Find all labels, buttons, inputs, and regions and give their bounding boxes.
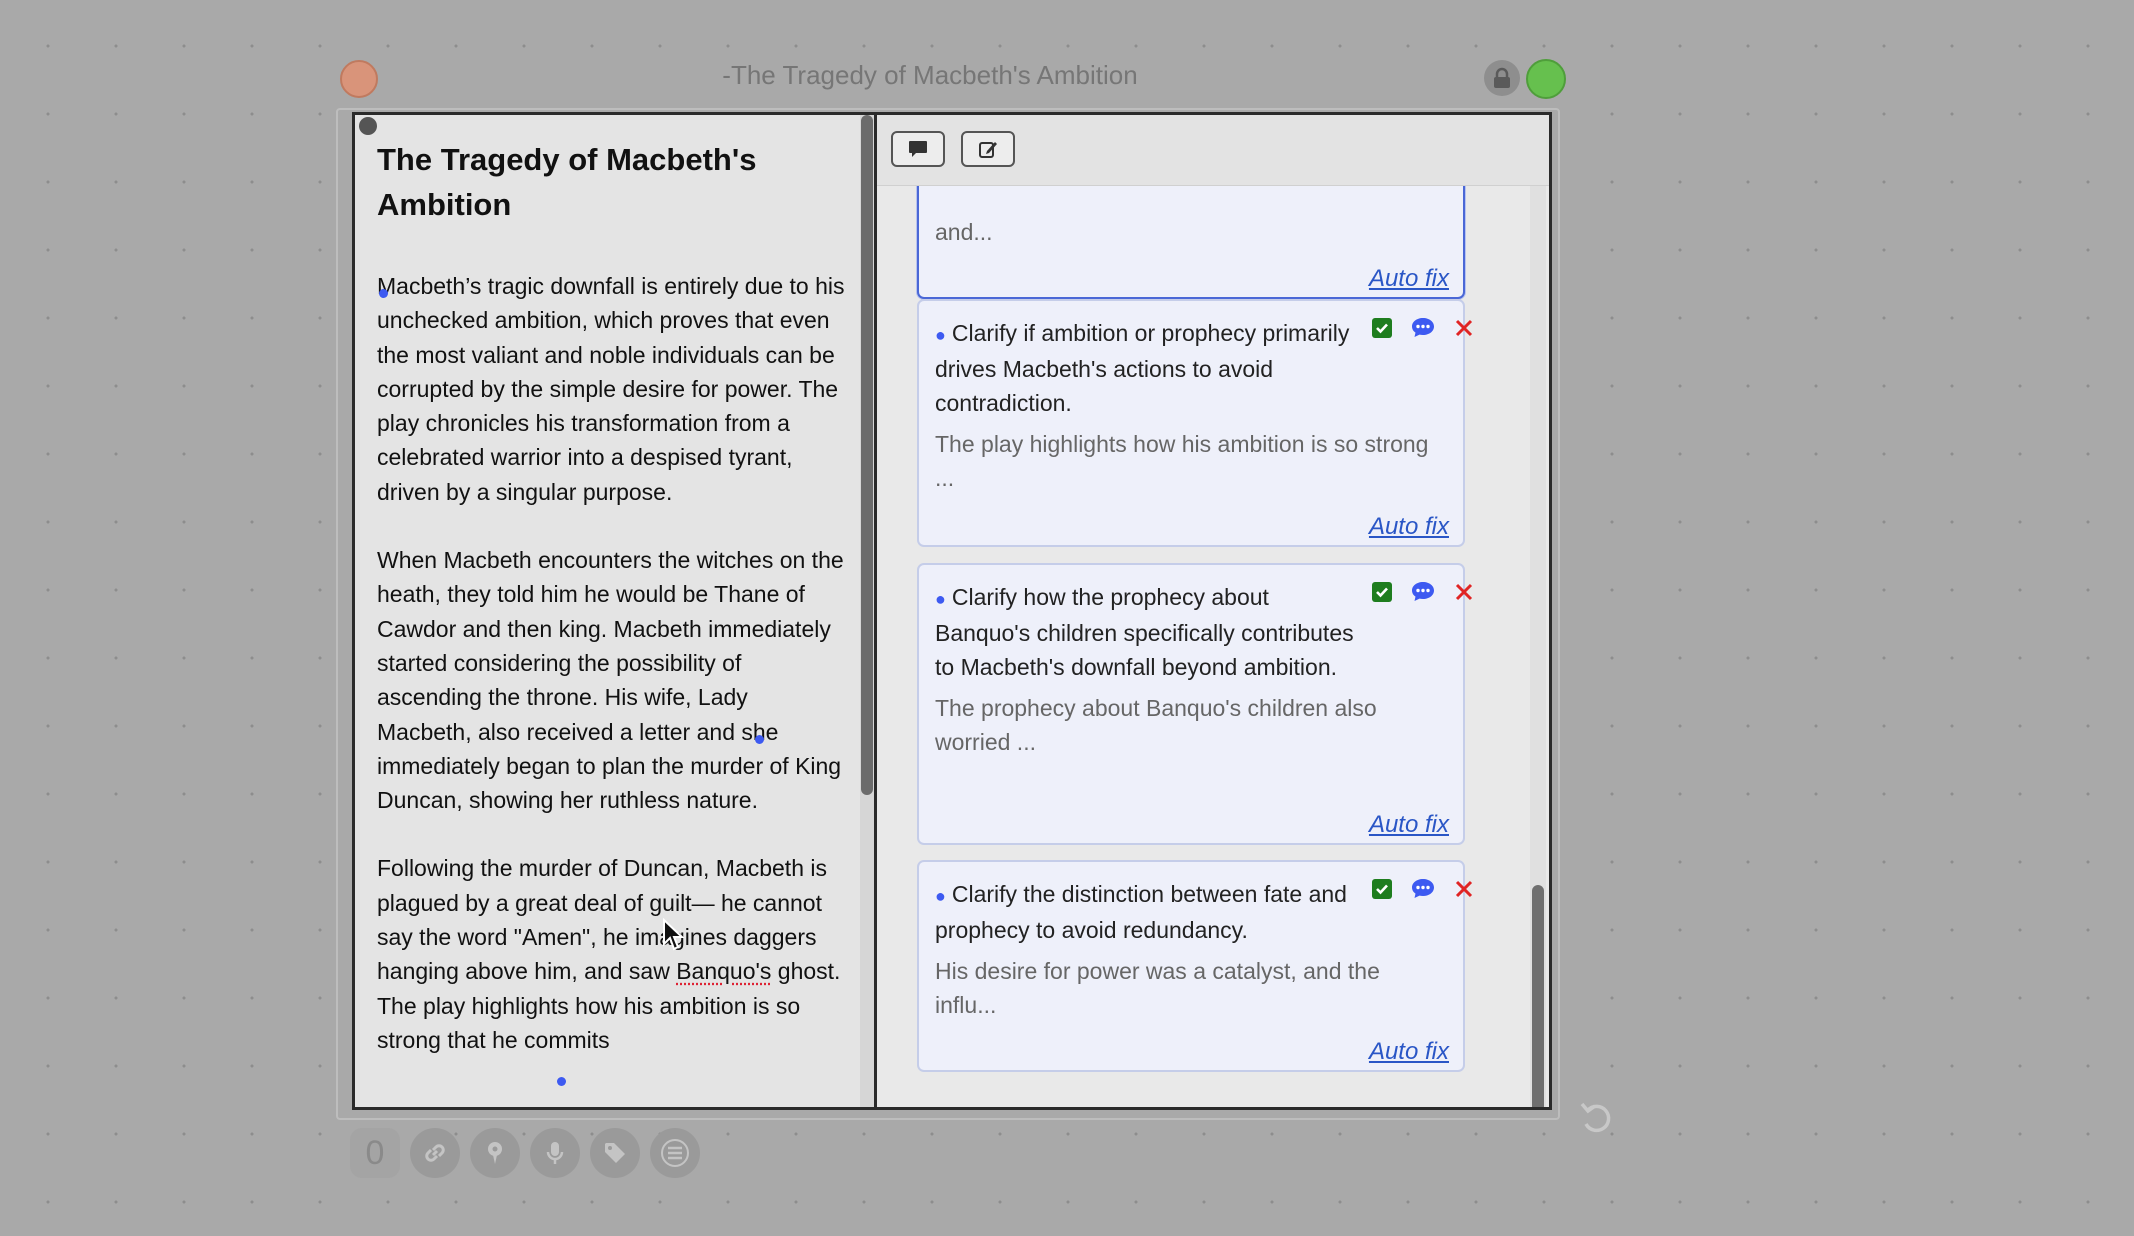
resize-handle[interactable] [359,117,377,135]
tag-icon [605,1143,625,1163]
comment-button[interactable] [1410,876,1436,902]
undo-button[interactable] [1576,1098,1620,1142]
document-paragraph[interactable]: When Macbeth encounters the witches on t… [377,543,847,817]
window-title: -The Tragedy of Macbeth's Ambition [722,60,1138,90]
misspelled-word[interactable]: Banquo's [676,958,771,984]
suggestions-scrollbar-thumb[interactable] [1532,885,1544,1107]
suggestion-excerpt: The prophecy about Banquo's children als… [935,695,1377,755]
suggestion-card[interactable]: ● Clarify if ambition or prophecy primari… [917,299,1473,547]
suggestion-excerpt: The play highlights how his ambition is … [935,431,1429,491]
comment-button[interactable] [1410,579,1436,605]
link-icon [425,1144,445,1162]
document-scrollbar-thumb[interactable] [861,115,873,795]
dismiss-button[interactable] [1451,579,1477,605]
tag-button[interactable] [590,1128,640,1178]
editor-card: The Tragedy of Macbeth's Ambition Macbet… [352,112,1552,1110]
dismiss-button[interactable] [1451,315,1477,341]
suggestion-title: ● Clarify the distinction between fate an… [935,881,1347,943]
suggestions-scrollbar[interactable] [1530,185,1546,1107]
chat-bubble-icon [1412,582,1434,601]
status-indicator[interactable] [1526,59,1566,99]
comment-button[interactable] [1410,315,1436,341]
suggestion-excerpt: and... [935,219,993,245]
suggestion-card[interactable]: ● Clarify how the prophecy about Banquo's… [917,563,1473,845]
auto-fix-link[interactable]: Auto fix [1369,513,1449,541]
dismiss-button[interactable] [1451,876,1477,902]
checkbox-checked-icon [1372,318,1392,338]
auto-fix-link[interactable]: Auto fix [1369,811,1449,839]
close-x-icon [1455,583,1473,601]
lock-button[interactable] [1484,60,1520,96]
lock-icon [1494,67,1510,88]
bullet-icon: ● [935,589,946,609]
checkbox-checked-icon [1372,879,1392,899]
accept-button[interactable] [1369,315,1395,341]
mouse-pointer-icon [662,917,686,957]
close-window-button[interactable] [340,60,378,98]
suggestion-marker[interactable] [755,735,764,744]
document-paragraph[interactable]: Macbeth’s tragic downfall is entirely du… [377,269,847,509]
suggestion-count-badge[interactable]: 0 [350,1128,400,1178]
link-button[interactable] [410,1128,460,1178]
accept-button[interactable] [1369,579,1395,605]
suggestion-title: ● Clarify how the prophecy about Banquo's… [935,584,1354,680]
pin-button[interactable] [470,1128,520,1178]
microphone-icon [546,1142,564,1164]
suggestion-marker[interactable] [557,1077,566,1086]
auto-fix-link[interactable]: Auto fix [1369,265,1449,293]
menu-icon [661,1139,689,1167]
pin-icon [488,1142,502,1164]
document-scrollbar[interactable] [860,115,874,1107]
edit-icon [979,142,997,158]
suggestions-toolbar [877,115,1549,186]
close-x-icon [1455,880,1473,898]
close-x-icon [1455,319,1473,337]
suggestions-panel: × and... Auto fix [877,115,1549,1107]
checkbox-checked-icon [1372,582,1392,602]
comment-mode-button[interactable] [891,131,945,167]
document-heading: The Tragedy of Macbeth's Ambition [377,142,757,222]
suggestion-card[interactable]: ● Clarify the distinction between fate an… [917,860,1473,1072]
menu-button[interactable] [650,1128,700,1178]
bullet-icon: ● [935,325,946,345]
suggestion-marker[interactable] [379,289,388,298]
chat-bubble-icon [1412,318,1434,337]
suggestion-title: ● Clarify if ambition or prophecy primari… [935,320,1350,416]
suggestion-excerpt: His desire for power was a catalyst, and… [935,958,1380,1018]
undo-icon [1580,1102,1611,1133]
microphone-button[interactable] [530,1128,580,1178]
document-paragraph[interactable]: Following the murder of Duncan, Macbeth … [377,851,847,1057]
edit-mode-button[interactable] [961,131,1015,167]
comment-icon [909,141,927,157]
accept-button[interactable] [1369,876,1395,902]
auto-fix-link[interactable]: Auto fix [1369,1038,1449,1066]
document-pane[interactable]: The Tragedy of Macbeth's Ambition Macbet… [355,115,860,1107]
chat-bubble-icon [1412,879,1434,898]
bullet-icon: ● [935,886,946,906]
